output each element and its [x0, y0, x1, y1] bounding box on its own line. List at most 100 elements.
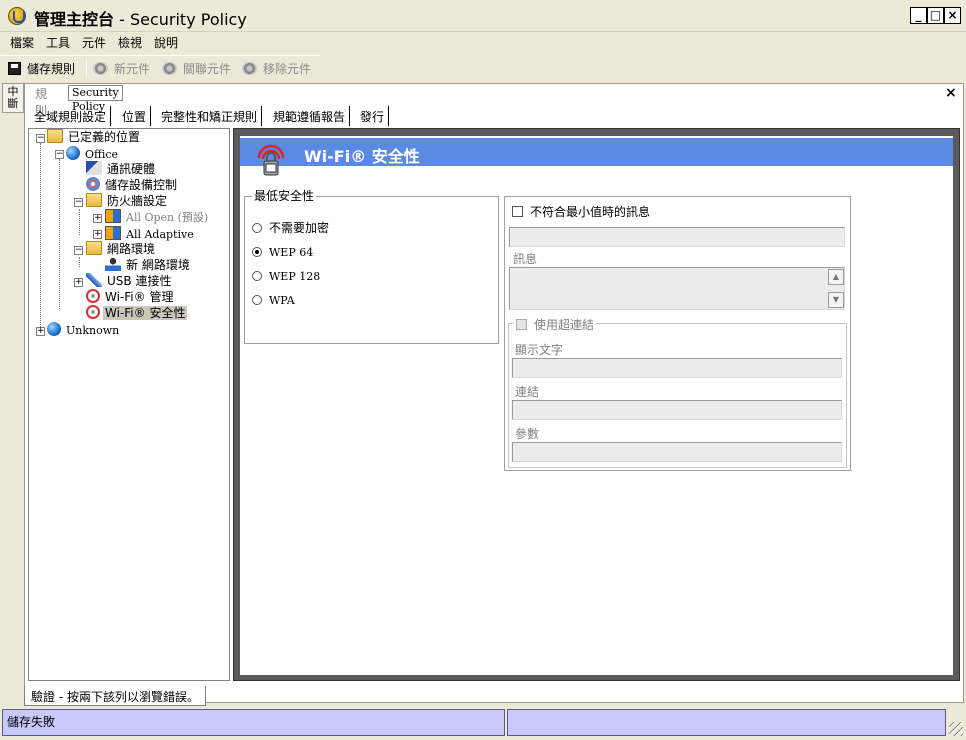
radio-no-encryption[interactable]: 不需要加密 — [252, 220, 329, 236]
expand-toggle[interactable]: + — [36, 327, 45, 336]
hyperlink-checkbox-label: 使用超連結 — [534, 318, 595, 332]
radio-circle-selected — [252, 247, 262, 257]
tree-node-new-network-env[interactable]: 新 網路環境 — [105, 257, 192, 273]
tree-line — [79, 257, 80, 267]
firewall-icon — [105, 226, 121, 240]
folder-icon — [86, 241, 102, 255]
scroll-up-button[interactable]: ▲ — [828, 269, 844, 285]
tree-node-firewall[interactable]: 防火牆設定 — [86, 193, 169, 209]
title-document: Security Policy — [129, 10, 247, 29]
tree-node-wifi-management[interactable]: Wi-Fi® 管理 — [86, 289, 175, 305]
tab-publish[interactable]: 發行 — [356, 106, 390, 126]
checkbox-box — [516, 319, 527, 330]
tab-security-policy[interactable]: Security Policy — [68, 85, 123, 113]
display-text-field[interactable] — [512, 358, 842, 378]
tree-node-usb[interactable]: USB 連接性 — [86, 273, 173, 289]
new-component-label: 新元件 — [114, 62, 151, 76]
checkbox-box — [512, 206, 523, 217]
side-strip-tab[interactable]: 中斷 — [2, 83, 24, 113]
link-field[interactable] — [512, 400, 842, 420]
expand-toggle[interactable]: + — [93, 214, 102, 223]
tab-integrity-remediation[interactable]: 完整性和矯正規則 — [157, 106, 263, 126]
tree-line — [79, 209, 80, 235]
gear-icon — [162, 62, 177, 75]
radio-wep64[interactable]: WEP 64 — [252, 244, 313, 260]
collapse-toggle[interactable]: − — [74, 198, 83, 207]
tree-node-defined-locations[interactable]: 已定義的位置 — [47, 129, 142, 145]
location-tree: − 已定義的位置 − Office 通訊硬體 儲存設備控制 − 防火牆設定 + … — [28, 128, 230, 681]
policy-tabs: 全域規則設定 位置 完整性和矯正規則 規範遵循報告 發行 — [30, 104, 960, 126]
title-separator: - — [114, 10, 130, 29]
toolbar-separator — [86, 59, 87, 77]
storage-device-icon — [86, 177, 100, 191]
close-window-button[interactable]: × — [944, 7, 961, 24]
remove-component-button[interactable]: 移除元件 — [242, 60, 311, 77]
gear-icon — [93, 62, 108, 75]
display-text-label: 顯示文字 — [515, 343, 564, 357]
tree-line — [59, 159, 60, 309]
tree-node-storage-control[interactable]: 儲存設備控制 — [86, 177, 179, 193]
menu-bar: 檔案 工具 元件 檢視 說明 — [0, 32, 966, 54]
tree-line — [40, 143, 41, 333]
status-secondary — [507, 709, 946, 736]
close-document-icon[interactable]: × — [945, 85, 957, 101]
message-title-field[interactable] — [509, 227, 845, 247]
wifi-icon — [86, 289, 100, 303]
link-component-label: 關聯元件 — [183, 62, 232, 76]
wifi-lock-icon — [86, 305, 100, 319]
menu-help[interactable]: 說明 — [154, 34, 178, 51]
params-field[interactable] — [512, 442, 842, 462]
save-icon — [8, 62, 21, 75]
expand-toggle[interactable]: + — [74, 278, 83, 287]
expand-toggle[interactable]: + — [93, 230, 102, 239]
folder-icon — [86, 193, 102, 207]
remove-component-label: 移除元件 — [263, 62, 312, 76]
params-label: 參數 — [515, 427, 540, 441]
radio-circle — [252, 271, 262, 281]
minimize-button[interactable]: _ — [910, 7, 927, 24]
radio-circle — [252, 295, 262, 305]
tree-node-all-open[interactable]: All Open (預設) — [105, 209, 210, 225]
menu-tools[interactable]: 工具 — [46, 34, 70, 51]
collapse-toggle[interactable]: − — [74, 246, 83, 255]
title-app-name: 管理主控台 — [34, 10, 115, 29]
menu-components[interactable]: 元件 — [82, 34, 106, 51]
hyperlink-checkbox[interactable]: 使用超連結 — [514, 316, 597, 333]
message-textarea[interactable] — [509, 267, 845, 310]
tab-global-rules[interactable]: 全域規則設定 — [30, 106, 112, 126]
min-security-legend: 最低安全性 — [252, 187, 317, 204]
tree-node-network-env[interactable]: 網路環境 — [86, 241, 157, 257]
scroll-down-button[interactable]: ▼ — [828, 292, 844, 308]
tree-node-unknown[interactable]: Unknown — [47, 322, 121, 338]
message-checkbox[interactable]: 不符合最小值時的訊息 — [512, 203, 650, 220]
validation-tab[interactable]: 驗證 - 按兩下該列以瀏覽錯誤。 — [24, 686, 206, 706]
firewall-icon — [105, 209, 121, 223]
link-component-button[interactable]: 關聯元件 — [162, 60, 231, 77]
globe-icon — [47, 322, 61, 336]
resize-grip[interactable] — [949, 722, 963, 736]
new-component-button[interactable]: 新元件 — [93, 60, 150, 77]
tab-compliance-report[interactable]: 規範遵循報告 — [269, 106, 351, 126]
panel-title: Wi-Fi® 安全性 — [304, 147, 420, 166]
save-rules-button[interactable]: 儲存規則 — [8, 60, 75, 77]
radio-wpa[interactable]: WPA — [252, 292, 295, 308]
tab-locations[interactable]: 位置 — [118, 106, 152, 126]
toolbar: 儲存規則 新元件 關聯元件 移除元件 — [0, 55, 320, 80]
menu-view[interactable]: 檢視 — [118, 34, 142, 51]
status-message: 儲存失敗 — [2, 709, 505, 736]
link-label: 連結 — [515, 385, 540, 399]
tree-node-wifi-security[interactable]: Wi-Fi® 安全性 — [86, 305, 188, 321]
menu-file[interactable]: 檔案 — [10, 34, 34, 51]
collapse-toggle[interactable]: − — [36, 134, 45, 143]
tree-node-all-adaptive[interactable]: All Adaptive — [105, 226, 196, 242]
app-icon — [8, 7, 26, 25]
collapse-toggle[interactable]: − — [55, 150, 64, 159]
tree-node-comm-hardware[interactable]: 通訊硬體 — [86, 161, 157, 177]
folder-icon — [47, 129, 63, 143]
globe-icon — [66, 146, 80, 160]
tree-node-office[interactable]: Office — [66, 146, 120, 162]
radio-circle — [252, 223, 262, 233]
maximize-button[interactable]: □ — [927, 7, 944, 24]
radio-wep128[interactable]: WEP 128 — [252, 268, 320, 284]
wifi-lock-icon — [257, 144, 285, 176]
